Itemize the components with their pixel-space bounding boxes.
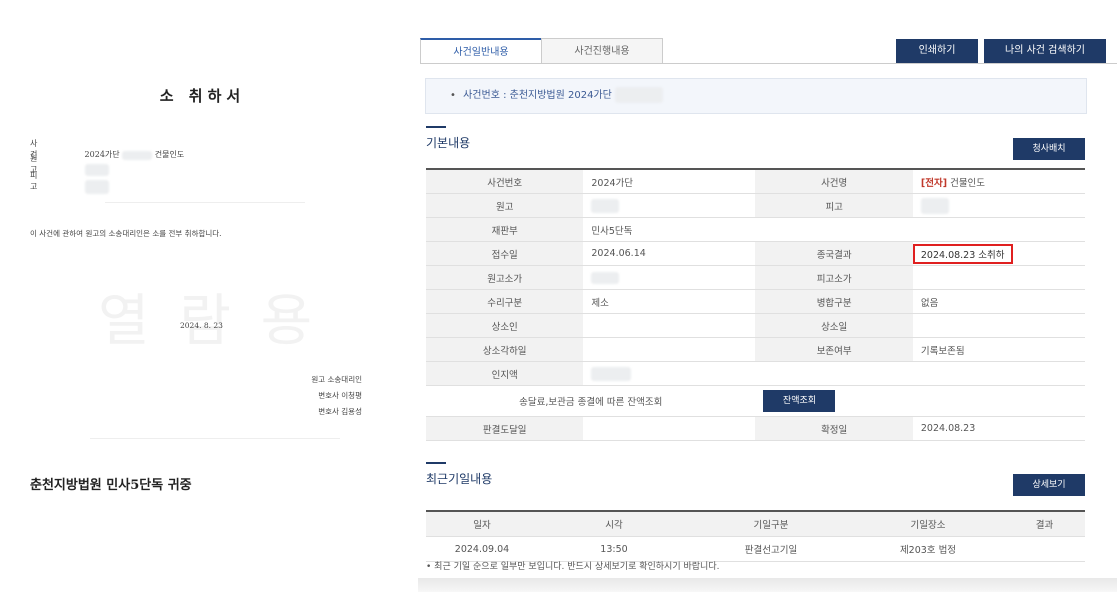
table-row: 재판부 민사5단독 [426,217,1085,242]
table-row: 송달료,보관금 종결에 따른 잔액조회 잔액조회 [426,385,1085,417]
title-accent-bar [426,462,446,464]
my-case-search-button[interactable]: 나의 사건 검색하기 [984,39,1106,63]
divider [105,202,305,203]
doc-field-defendant: 피 고 [30,170,109,194]
balance-inquiry-label: 송달료,보관금 종결에 따른 잔액조회 [426,385,756,417]
redacted-block [591,271,620,284]
redacted-block [615,87,664,103]
redacted-block [122,150,153,160]
signature-line: 원고 소송대리인 [311,375,362,384]
table-row: 사건번호 2024가단 사건명 [전자] 건물인도 [426,169,1085,194]
document-title: 소 취하서 [159,87,246,105]
title-accent-bar [426,126,446,128]
table-row: 수리구분 제소 병합구분 없음 [426,289,1085,314]
watermark: 열 람 용 [98,289,319,354]
withdrawal-document: 소 취하서 사 건 2024가단 건물인도 원 고 피 고 이 사건에 관하여 … [0,0,405,592]
court-name: 춘천지방법원 민사5단독 귀중 [30,478,192,493]
court-map-button[interactable]: 청사배치 [1013,138,1085,160]
document-body: 이 사건에 관하여 원고의 소송대리인은 소를 전부 취하합니다. [30,229,222,238]
electronic-tag: [전자] [920,177,948,189]
divider [90,438,340,439]
signature-line: 변호사 이청평 [318,391,362,400]
tab-divider [420,63,1117,64]
tab-case-general[interactable]: 사건일반내용 [420,38,542,63]
tab-case-progress[interactable]: 사건진행내용 [541,38,663,64]
basic-info-title: 기본내용 [426,126,470,151]
case-number-label: 사건번호 : 춘천지방법원 2024가단 [463,90,612,101]
document-date: 2024. 8. 23 [180,321,223,330]
table-row: 접수일 2024.06.14 종국결과 2024.08.23 소취하 [426,241,1085,266]
table-row: 원고소가 피고소가 [426,265,1085,290]
table-row: 판결도달일 확정일 2024.08.23 [426,416,1085,441]
table-header-row: 일자 시각 기일구분 기일장소 결과 [426,511,1085,537]
redacted-block [84,180,109,194]
detail-view-button[interactable]: 상세보기 [1013,474,1085,496]
table-row: 2024.09.04 13:50 판결선고기일 제203호 법정 [426,536,1085,562]
final-result-highlight: 2024.08.23 소취하 [912,243,1013,264]
redacted-block [591,198,620,213]
redacted-block [591,366,632,381]
bottom-shadow [418,578,1117,592]
table-row: 원고 피고 [426,193,1085,218]
recent-hearings-title: 최근기일내용 [426,462,492,487]
signature-line: 변호사 김용성 [318,407,362,416]
redacted-block [920,197,949,214]
bullet-icon: • [450,90,456,101]
basic-info-table: 사건번호 2024가단 사건명 [전자] 건물인도 원고 피고 재판부 민사5단… [426,168,1085,441]
print-button[interactable]: 인쇄하기 [896,39,978,63]
recent-hearings-table: 일자 시각 기일구분 기일장소 결과 2024.09.04 13:50 판결선고… [426,510,1085,562]
recent-hearings-note: • 최근 기일 순으로 일부만 보입니다. 반드시 상세보기로 확인하시기 바랍… [426,562,720,572]
table-row: 상소각하일 보존여부 기록보존됨 [426,337,1085,362]
case-detail-panel: 사건일반내용 사건진행내용 인쇄하기 나의 사건 검색하기 • 사건번호 : 춘… [418,0,1117,592]
case-number-box: • 사건번호 : 춘천지방법원 2024가단 [425,78,1087,114]
balance-inquiry-button[interactable]: 잔액조회 [763,390,836,412]
table-row: 인지액 [426,361,1085,386]
table-row: 상소인 상소일 [426,313,1085,338]
